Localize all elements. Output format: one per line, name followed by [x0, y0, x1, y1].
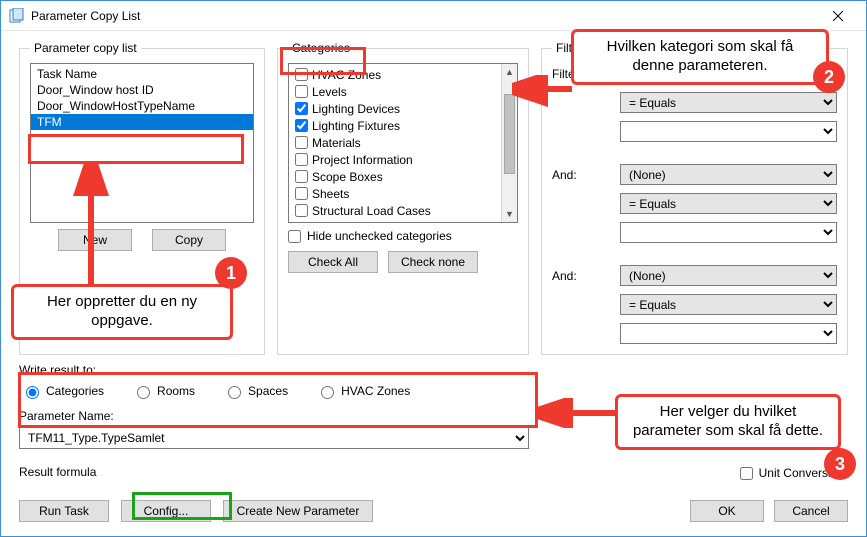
filter-param-select[interactable]: (None) — [620, 265, 837, 286]
write-result-radio[interactable] — [321, 386, 334, 399]
category-checkbox[interactable] — [295, 119, 308, 132]
category-checkbox[interactable] — [295, 136, 308, 149]
filter-param-select[interactable]: (None) — [620, 63, 837, 84]
category-checkbox[interactable] — [295, 85, 308, 98]
category-label: Levels — [312, 85, 347, 99]
write-result-option[interactable]: HVAC Zones — [316, 383, 410, 399]
hide-unchecked-label: Hide unchecked categories — [307, 229, 452, 243]
check-none-button[interactable]: Check none — [388, 251, 478, 273]
category-checkbox[interactable] — [295, 187, 308, 200]
categories-scrollbar[interactable]: ▲ ▼ — [501, 64, 517, 222]
parameter-copy-list-legend: Parameter copy list — [30, 41, 141, 55]
write-result-option[interactable]: Rooms — [132, 383, 195, 399]
hide-unchecked-checkbox[interactable] — [288, 230, 301, 243]
create-new-parameter-button[interactable]: Create New Parameter — [223, 500, 373, 522]
scroll-down-icon[interactable]: ▼ — [502, 206, 517, 222]
categories-legend: Categories — [288, 41, 354, 55]
titlebar: Parameter Copy List — [1, 1, 866, 31]
write-result-radio[interactable] — [228, 386, 241, 399]
filter-rules-group: Filter rules Filter by: (None) = Equals And… — [541, 41, 848, 355]
filter-rules-legend: Filter rules — [552, 41, 616, 55]
check-all-button[interactable]: Check All — [288, 251, 378, 273]
task-list-item[interactable]: Door_WindowHostTypeName — [31, 98, 253, 114]
category-item[interactable]: Lighting Fixtures — [293, 117, 497, 134]
close-icon — [833, 11, 843, 21]
copy-button[interactable]: Copy — [152, 229, 226, 251]
category-checkbox[interactable] — [295, 153, 308, 166]
filter-value-select[interactable] — [620, 121, 837, 142]
cancel-button[interactable]: Cancel — [774, 500, 848, 522]
parameter-name-label: Parameter Name: — [19, 409, 529, 423]
write-result-option[interactable]: Spaces — [223, 383, 288, 399]
category-item[interactable]: Lighting Devices — [293, 100, 497, 117]
close-button[interactable] — [818, 2, 858, 30]
task-list-item[interactable]: Door_Window host ID — [31, 82, 253, 98]
unit-conversion-label: Unit Conversion — [759, 466, 844, 480]
ok-button[interactable]: OK — [690, 500, 764, 522]
category-item[interactable]: HVAC Zones — [293, 66, 497, 83]
write-result-label: Write result to: — [19, 363, 848, 377]
task-list-item[interactable]: Task Name — [31, 66, 253, 82]
parameter-name-select[interactable]: TFM11_Type.TypeSamlet — [19, 427, 529, 449]
category-label: HVAC Zones — [312, 68, 381, 82]
category-item[interactable]: Scope Boxes — [293, 168, 497, 185]
write-result-radio[interactable] — [137, 386, 150, 399]
filter-value-select[interactable] — [620, 222, 837, 243]
category-label: Lighting Devices — [312, 102, 400, 116]
scroll-thumb[interactable] — [504, 94, 515, 174]
category-item[interactable]: Sheets — [293, 185, 497, 202]
category-checkbox[interactable] — [295, 170, 308, 183]
filter-op-select[interactable]: = Equals — [620, 294, 837, 315]
write-result-option[interactable]: Categories — [21, 383, 104, 399]
filter-and-label: And: — [552, 269, 612, 283]
categories-listbox[interactable]: HVAC Zones Levels Lighting Devices Lighting… — [288, 63, 518, 223]
filter-and-label: And: — [552, 168, 612, 182]
category-checkbox[interactable] — [295, 102, 308, 115]
category-label: Project Information — [312, 153, 413, 167]
window-title: Parameter Copy List — [31, 9, 140, 23]
filter-op-select[interactable]: = Equals — [620, 193, 837, 214]
result-formula-label: Result formula — [19, 465, 848, 479]
filter-by-label: Filter by: — [552, 67, 612, 81]
config-button[interactable]: Config... — [121, 500, 211, 522]
parameter-copy-list-group: Parameter copy list Task NameDoor_Window… — [19, 41, 265, 355]
category-item[interactable]: Project Information — [293, 151, 497, 168]
category-item[interactable]: Levels — [293, 83, 497, 100]
category-checkbox[interactable] — [295, 68, 308, 81]
category-label: Lighting Fixtures — [312, 119, 400, 133]
scroll-up-icon[interactable]: ▲ — [502, 64, 517, 80]
task-list-item[interactable]: TFM — [31, 114, 253, 130]
category-label: Sheets — [312, 187, 349, 201]
filter-value-select[interactable] — [620, 323, 837, 344]
category-item[interactable]: Structural Load Cases — [293, 202, 497, 219]
category-label: Materials — [312, 136, 361, 150]
new-button[interactable]: New — [58, 229, 132, 251]
filter-op-select[interactable]: = Equals — [620, 92, 837, 113]
category-checkbox[interactable] — [295, 204, 308, 217]
filter-param-select[interactable]: (None) — [620, 164, 837, 185]
app-icon — [9, 8, 25, 24]
task-listbox[interactable]: Task NameDoor_Window host IDDoor_WindowH… — [30, 63, 254, 223]
category-item[interactable]: Materials — [293, 134, 497, 151]
category-label: Structural Load Cases — [312, 204, 431, 218]
run-task-button[interactable]: Run Task — [19, 500, 109, 522]
unit-conversion-checkbox[interactable] — [740, 467, 753, 480]
write-result-radios: Categories Rooms Spaces HVAC Zones — [19, 377, 848, 405]
category-label: Scope Boxes — [312, 170, 383, 184]
categories-group: Categories HVAC Zones Levels Lighting Devi… — [277, 41, 529, 355]
write-result-radio[interactable] — [26, 386, 39, 399]
